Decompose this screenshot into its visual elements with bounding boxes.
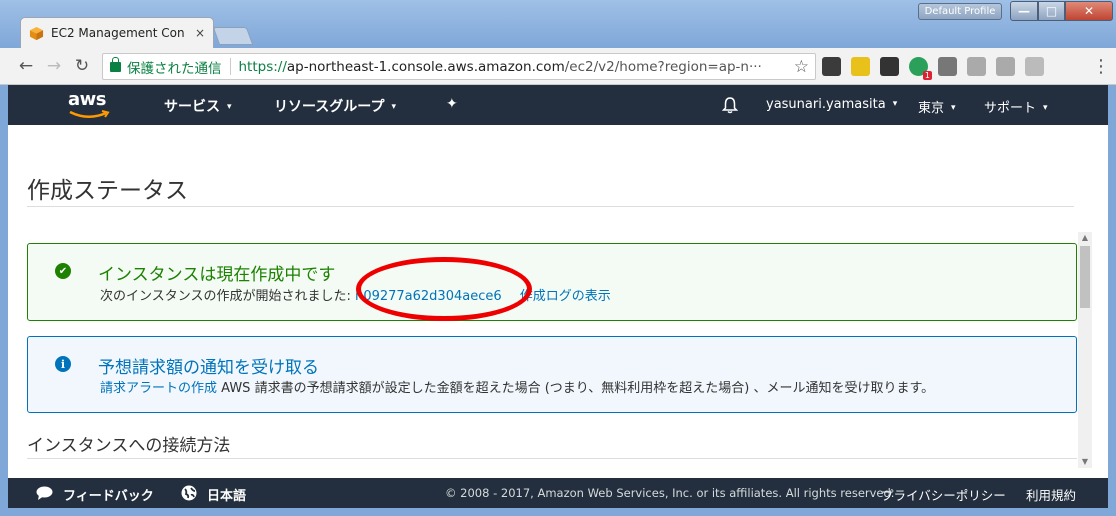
dropbox-icon[interactable] [996,57,1015,76]
browser-menu-icon[interactable]: ⋮ [1092,58,1110,76]
browser-toolbar: ← → ↻ 保護された通信 https://ap-northeast-1.con… [0,48,1116,85]
success-heading: インスタンスは現在作成中です [98,265,336,285]
page-title: 作成ステータス [27,178,188,204]
evernote-icon[interactable] [880,57,899,76]
new-tab-button[interactable] [212,27,254,45]
chevron-down-icon: ▾ [391,102,396,112]
s-extension-icon[interactable] [938,57,957,76]
pin-icon[interactable]: ✦ [446,96,458,112]
scrollbar[interactable]: ▲ ▼ [1078,232,1092,468]
globe-icon [181,485,197,501]
browser-titlebar: EC2 Management Con × Default Profile — □… [0,0,1116,48]
extension-icon[interactable] [851,57,870,76]
resource-groups-menu[interactable]: リソースグループ ▾ [274,96,396,116]
pdf-icon[interactable] [1025,57,1044,76]
feedback-link[interactable]: フィードバック [63,485,154,504]
minimize-button[interactable]: — [1010,1,1038,21]
divider [27,458,1077,459]
speech-bubble-icon [36,486,53,500]
reload-icon[interactable]: ↻ [68,56,96,76]
region-label: 東京 [918,101,945,116]
secure-label: 保護された通信 [127,60,222,77]
profile-button[interactable]: Default Profile [918,3,1002,20]
instance-id-link[interactable]: i-09277a62d304aece6 [355,289,502,304]
extension-badge-icon[interactable] [909,57,932,80]
section-title: インスタンスへの接続方法 [27,436,231,456]
user-menu[interactable]: yasunari.yamasita ▾ [766,97,897,112]
url-path: /ec2/v2/home?region=ap-n··· [564,58,762,75]
bookmark-star-icon[interactable]: ☆ [794,57,815,77]
terms-link[interactable]: 利用規約 [1026,485,1076,504]
info-alert: i 予想請求額の通知を受け取る 請求アラートの作成 AWS 請求書の予想請求額が… [27,336,1077,413]
bell-icon[interactable] [722,97,738,114]
forward-icon[interactable]: → [40,56,68,76]
support-menu[interactable]: サポート ▾ [984,97,1048,116]
info-message-text: AWS 請求書の予想請求額が設定した金額を超えた場合 (つまり、無料利用枠を超え… [217,381,935,396]
aws-nav-bar: aws サービス ▾ リソースグループ ▾ ✦ yasunari.yamasita ▾… [8,85,1108,125]
address-bar[interactable]: 保護された通信 https://ap-northeast-1.console.a… [102,53,816,80]
footer: フィードバック 日本語 © 2008 - 2017, Amazon Web Se… [8,478,1108,508]
back-icon[interactable]: ← [12,56,40,76]
success-message-text: 次のインスタンスの作成が開始されました: [100,289,351,304]
pocket-icon[interactable] [822,57,841,76]
browser-tab[interactable]: EC2 Management Con × [20,17,214,48]
services-label: サービス [164,99,220,115]
check-circle-icon: ✔ [55,263,71,279]
username-label: yasunari.yamasita [766,97,886,112]
privacy-policy-link[interactable]: プライバシーポリシー [881,485,1006,504]
tab-close-icon[interactable]: × [195,26,205,40]
lock-icon [110,56,121,72]
window-frame [1108,85,1116,516]
create-billing-alert-link[interactable]: 請求アラートの作成 [100,381,217,396]
aws-logo-text: aws [68,89,107,110]
scroll-up-icon[interactable]: ▲ [1078,232,1092,244]
maximize-button[interactable]: □ [1038,1,1065,21]
chevron-down-icon: ▾ [227,102,232,112]
chevron-down-icon: ▾ [951,103,956,113]
scrollbar-thumb[interactable] [1080,246,1090,308]
chevron-down-icon: ▾ [892,99,898,109]
window-frame [0,508,1116,516]
window-frame [0,85,8,516]
url-scheme: https:// [238,58,287,75]
copyright-text: © 2008 - 2017, Amazon Web Services, Inc.… [445,486,895,500]
region-menu[interactable]: 東京 ▾ [918,97,956,116]
tab-title: EC2 Management Con [51,26,185,40]
main-content: 作成ステータス ✔ インスタンスは現在作成中です 次のインスタンスの作成が開始さ… [8,125,1108,478]
aws-cube-icon [29,26,44,40]
url-text: https://ap-northeast-1.console.aws.amazo… [239,59,794,75]
aws-logo[interactable]: aws [68,89,112,121]
aws-smile-icon [69,110,110,118]
services-menu[interactable]: サービス ▾ [164,96,232,116]
divider [27,206,1074,207]
info-message: 請求アラートの作成 AWS 請求書の予想請求額が設定した金額を超えた場合 (つま… [100,377,934,396]
extension-icons [822,57,1044,80]
support-label: サポート [984,101,1037,116]
success-alert: ✔ インスタンスは現在作成中です 次のインスタンスの作成が開始されました: i-… [27,243,1077,321]
divider [229,58,231,75]
info-heading: 予想請求額の通知を受け取る [98,358,319,378]
info-circle-icon: i [55,356,71,372]
close-window-button[interactable]: ✕ [1065,1,1113,21]
url-host: ap-northeast-1.console.aws.amazon.com [286,58,565,75]
drive-icon[interactable] [967,57,986,76]
scroll-down-icon[interactable]: ▼ [1078,456,1092,468]
language-selector[interactable]: 日本語 [207,485,246,504]
resource-groups-label: リソースグループ [274,99,385,115]
chevron-down-icon: ▾ [1043,103,1048,113]
view-launch-log-link[interactable]: 作成ログの表示 [520,289,611,304]
success-message: 次のインスタンスの作成が開始されました: i-09277a62d304aece6… [100,285,611,304]
